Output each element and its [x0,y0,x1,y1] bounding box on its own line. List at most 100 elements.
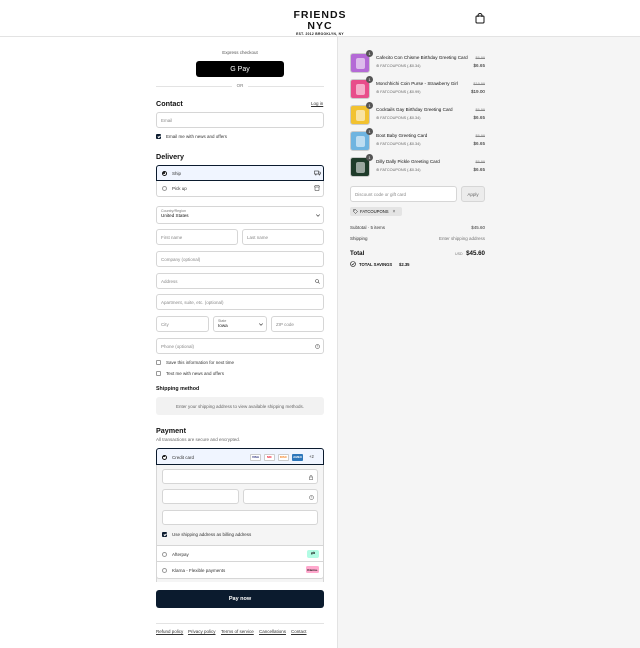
product-discount: ⊛ FATCOUPONS (-$0.34) [376,167,420,172]
help-circle-icon[interactable]: ? [315,344,320,349]
tag-icon [353,209,358,214]
lock-icon [309,475,313,480]
discover-icon: DISC [278,453,289,461]
refund-policy-link[interactable]: Refund policy [156,629,183,634]
amex-icon: AMEX [292,453,303,461]
card-number-field[interactable] [162,469,318,484]
shipping-value: Enter shipping address [438,236,485,241]
discount-code-field[interactable]: Discount code or gift card [350,186,457,202]
phone-placeholder: Phone (optional) [161,343,195,349]
visa-icon: VISA [250,453,261,461]
address-placeholder: Address [161,278,178,284]
order-summary: 1 Cafecito Con Chisme Birthday Greeting … [337,37,640,648]
payment-heading: Payment [156,426,186,435]
ship-option[interactable]: Ship [156,165,324,181]
cart-item: 1 Dilly Dally Pickle Greeting Card ⊛ FAT… [350,154,485,179]
product-discount-text: FATCOUPONS (-$0.34) [380,64,421,68]
total-savings-value: $2.35 [399,262,410,267]
security-code-field[interactable]: ? [243,489,318,504]
apply-discount-button[interactable]: Apply [461,186,485,202]
first-name-field[interactable]: First name [156,229,238,245]
savings-tag-icon [350,261,356,267]
total-value: $45.60 [466,250,485,257]
shopping-bag-icon[interactable] [475,13,485,24]
total-savings-label: TOTAL SAVINGS [359,262,393,267]
truck-icon [314,170,321,176]
pay-now-button[interactable]: Pay now [156,590,324,608]
newsletter-label: Email me with news and offers [166,134,227,139]
terms-of-service-link[interactable]: Terms of service [221,629,254,634]
pay-now-label: Pay now [228,596,252,602]
address-field[interactable]: Address [156,273,324,289]
city-field[interactable]: City [156,316,209,332]
klarna-option[interactable]: Klarna - Flexible payments Klarna. [156,562,324,579]
subtotal-label: Subtotal · 5 items [350,225,386,230]
payment-subtitle: All transactions are secure and encrypte… [156,437,241,442]
sale-price: $6.65 [473,115,486,120]
shipping-method-placeholder: Enter your shipping address to view avai… [156,397,324,415]
product-discount: ⊛ FATCOUPONS (-$0.34) [376,63,420,68]
discount-tag-label: FATCOUPONS [360,209,389,214]
quantity-badge: 1 [366,76,373,83]
ship-radio[interactable] [162,171,167,176]
company-field[interactable]: Company (optional) [156,251,324,267]
billing-same-checkbox[interactable] [162,532,167,537]
sale-price: $19.00 [470,89,485,94]
pickup-radio[interactable] [162,186,167,191]
search-icon [315,279,320,284]
expiration-field[interactable] [162,489,239,504]
apply-label: Apply [467,191,479,197]
afterpay-logo-icon: ⇄ [307,549,319,558]
country-select[interactable]: Country/Region United States [156,206,324,224]
cart-item: 1 Boot Baby Greeting Card ⊛ FATCOUPONS (… [350,128,485,153]
product-name: Monchhichi Coin Purse - Strawberry Girl [376,81,458,86]
contact-link[interactable]: Contact [291,629,307,634]
afterpay-label: Afterpay [172,551,189,557]
company-placeholder: Company (optional) [161,256,201,262]
email-field[interactable]: Email [156,112,324,128]
zip-field[interactable]: ZIP code [271,316,324,332]
or-divider-label: OR [232,83,248,88]
apartment-field[interactable]: Apartment, suite, etc. (optional) [156,294,324,310]
shipping-method-heading: Shipping method [156,386,200,392]
original-price: $6.99 [475,56,485,60]
text-me-checkbox[interactable] [156,371,161,376]
brand-logo[interactable]: FRIENDS NYC EST. 2012 BROOKLYN, NY [289,10,351,37]
product-discount-text: FATCOUPONS (-$0.34) [380,142,421,146]
zip-placeholder: ZIP code [276,321,294,327]
product-name: Dilly Dally Pickle Greeting Card [376,159,440,164]
remove-tag-icon[interactable]: × [393,209,396,215]
afterpay-radio[interactable] [162,551,167,557]
pickup-option[interactable]: Pick up [156,181,324,197]
phone-field[interactable]: Phone (optional) ? [156,338,324,354]
credit-card-radio[interactable] [162,454,167,460]
footer-divider [156,623,324,624]
newsletter-checkbox[interactable] [156,134,161,139]
quantity-badge: 1 [366,128,373,135]
state-select[interactable]: State Iowa [213,316,267,332]
product-discount-text: FATCOUPONS (-$0.34) [380,168,421,172]
chevron-down-icon [316,214,320,217]
svg-text:?: ? [317,345,319,349]
cancellations-link[interactable]: Cancellations [259,629,286,634]
afterpay-option[interactable]: Afterpay ⇄ [156,545,324,562]
google-pay-button[interactable]: G Pay [196,61,284,77]
brand-name: FRIENDS NYC [293,9,347,32]
quantity-badge: 1 [366,102,373,109]
save-info-label: Save this information for next time [166,360,235,365]
subtotal-value: $45.60 [471,225,485,230]
klarna-radio[interactable] [162,567,167,573]
help-circle-icon[interactable]: ? [309,495,314,500]
product-discount-text: FATCOUPONS (-$0.34) [380,116,421,120]
privacy-policy-link[interactable]: Privacy policy [188,629,216,634]
shipping-label: Shipping [350,236,368,241]
total-label: Total [350,250,365,257]
sale-price: $6.65 [473,63,486,68]
login-link[interactable]: Log in [311,101,323,106]
credit-card-option[interactable]: Credit card VISA MC DISC AMEX +2 [156,448,324,465]
save-info-checkbox[interactable] [156,360,161,365]
svg-text:?: ? [311,496,313,500]
last-name-field[interactable]: Last name [242,229,324,245]
name-on-card-field[interactable] [162,510,318,525]
cart-item: 1 Monchhichi Coin Purse - Strawberry Gir… [350,76,485,101]
